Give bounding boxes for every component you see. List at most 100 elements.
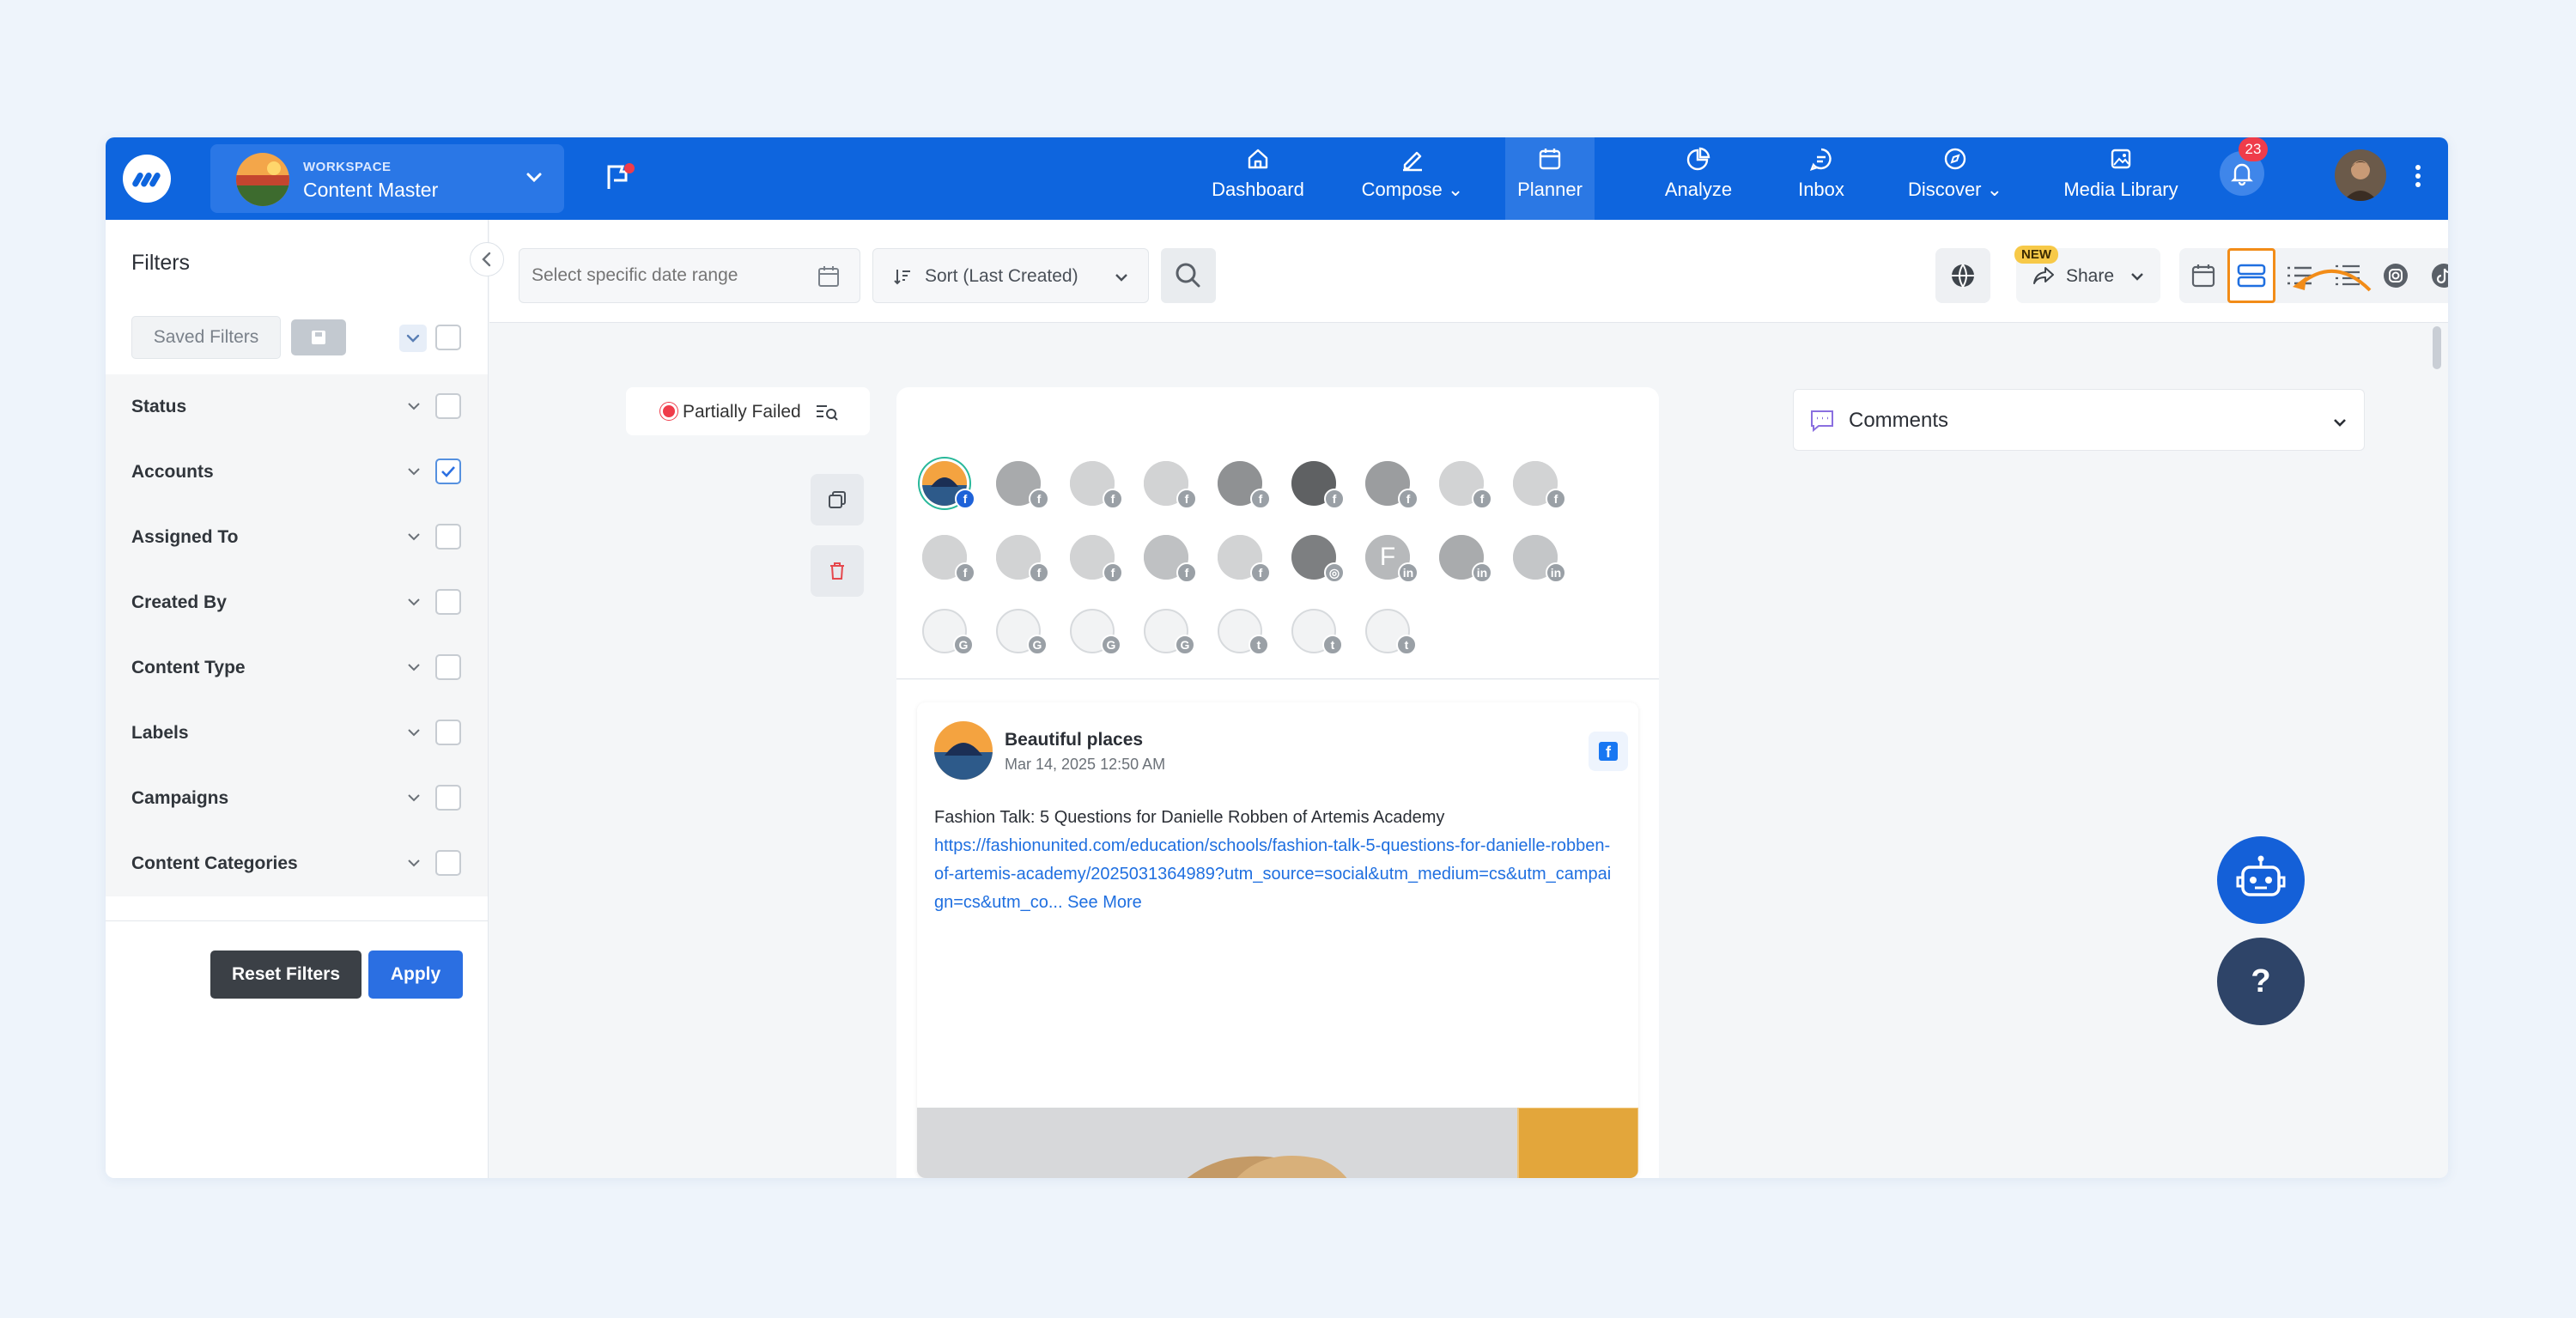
feed-view-icon <box>2237 264 2266 288</box>
filters-sidebar: Filters Saved Filters Status Accounts As… <box>106 220 489 1178</box>
apply-button[interactable]: Apply <box>368 951 463 999</box>
tiktok-grid-view-button[interactable] <box>2420 248 2448 303</box>
post-image <box>917 1108 1638 1178</box>
search-button[interactable] <box>1161 248 1216 303</box>
date-range-input[interactable] <box>532 249 806 302</box>
saved-filters-dropdown[interactable]: Saved Filters <box>131 316 281 359</box>
post-account-avatar <box>934 721 993 780</box>
image-gallery-icon <box>2108 146 2134 172</box>
account-avatar[interactable]: f <box>1365 461 1419 509</box>
chevron-down-icon[interactable] <box>406 725 422 740</box>
filter-checkbox[interactable] <box>435 720 461 745</box>
saved-filters-chevron-button[interactable] <box>399 325 427 352</box>
account-avatar[interactable]: f <box>1070 535 1123 583</box>
nav-inbox[interactable]: Inbox <box>1770 137 1873 220</box>
filter-row-content-categories[interactable]: Content Categories <box>106 831 488 896</box>
filter-label: Status <box>131 397 187 416</box>
account-avatar[interactable]: f <box>996 535 1049 583</box>
filter-row-created-by[interactable]: Created By <box>106 570 488 635</box>
chevron-down-icon[interactable] <box>406 398 422 414</box>
chevron-down-icon[interactable] <box>406 464 422 479</box>
reset-filters-button[interactable]: Reset Filters <box>210 951 361 999</box>
calendar-view-button[interactable] <box>2179 248 2227 303</box>
account-avatar[interactable]: f <box>1144 535 1197 583</box>
select-all-checkbox[interactable] <box>435 325 461 350</box>
filter-row-status[interactable]: Status <box>106 374 488 440</box>
facebook-icon: f <box>1472 489 1492 509</box>
sort-label: Sort (Last Created) <box>925 266 1078 286</box>
filter-row-content-type[interactable]: Content Type <box>106 635 488 701</box>
see-more-link[interactable]: See More <box>1067 893 1142 912</box>
nav-compose[interactable]: Compose ⌄ <box>1340 137 1485 220</box>
chevron-down-icon[interactable] <box>406 659 422 675</box>
timezone-button[interactable] <box>1935 248 1990 303</box>
nav-dashboard-label: Dashboard <box>1212 179 1304 200</box>
save-filter-button[interactable] <box>291 319 346 355</box>
help-button[interactable]: ? <box>2217 938 2305 1025</box>
account-avatar[interactable]: G <box>922 609 974 655</box>
collapse-sidebar-button[interactable] <box>470 242 504 276</box>
delete-button[interactable] <box>811 545 864 597</box>
facebook-icon: f <box>1029 489 1049 509</box>
filter-row-labels[interactable]: Labels <box>106 701 488 766</box>
account-avatar[interactable]: f <box>922 461 975 509</box>
account-avatar[interactable]: t <box>1291 609 1343 655</box>
account-avatar[interactable]: f <box>996 461 1049 509</box>
filter-checkbox[interactable] <box>435 459 461 484</box>
post-link[interactable]: https://fashionunited.com/education/scho… <box>934 836 1611 912</box>
account-avatar[interactable]: f <box>1439 461 1492 509</box>
user-avatar[interactable] <box>2335 149 2386 201</box>
app-logo[interactable] <box>123 155 171 203</box>
account-avatar[interactable]: t <box>1218 609 1269 655</box>
account-avatar[interactable]: G <box>996 609 1048 655</box>
nav-dashboard[interactable]: Dashboard <box>1189 137 1327 220</box>
post-card[interactable]: Beautiful places Mar 14, 2025 12:50 AM f… <box>917 702 1638 1178</box>
account-avatar[interactable]: Fin <box>1365 535 1419 583</box>
flag-icon[interactable] <box>602 160 636 194</box>
search-icon <box>1176 263 1200 288</box>
nav-analyze[interactable]: Analyze <box>1634 137 1763 220</box>
chevron-down-icon[interactable] <box>406 529 422 544</box>
instagram-grid-view-button[interactable] <box>2372 248 2420 303</box>
account-avatar[interactable]: f <box>1218 535 1271 583</box>
chevron-down-icon <box>1114 270 1129 285</box>
filter-checkbox[interactable] <box>435 524 461 550</box>
filter-checkbox[interactable] <box>435 785 461 811</box>
ai-assistant-button[interactable] <box>2217 836 2305 924</box>
account-avatar[interactable]: f <box>1218 461 1271 509</box>
filter-row-accounts[interactable]: Accounts <box>106 440 488 505</box>
more-options-icon[interactable] <box>2414 163 2422 189</box>
chevron-down-icon[interactable] <box>406 594 422 610</box>
account-avatar[interactable]: f <box>1513 461 1566 509</box>
view-details-icon[interactable] <box>815 403 839 422</box>
filter-row-campaigns[interactable]: Campaigns <box>106 766 488 831</box>
account-avatar[interactable]: G <box>1070 609 1121 655</box>
chevron-down-icon[interactable] <box>406 790 422 805</box>
date-range-picker[interactable] <box>519 248 860 303</box>
account-avatar[interactable]: G <box>1144 609 1195 655</box>
account-avatar[interactable]: ◎ <box>1291 535 1345 583</box>
nav-planner[interactable]: Planner <box>1505 137 1595 220</box>
filter-row-assigned-to[interactable]: Assigned To <box>106 505 488 570</box>
duplicate-button[interactable] <box>811 474 864 525</box>
comments-panel[interactable]: Comments <box>1793 389 2365 451</box>
workspace-switcher[interactable]: WORKSPACE Content Master <box>210 144 564 213</box>
account-avatar[interactable]: f <box>1291 461 1345 509</box>
account-avatar[interactable]: f <box>1144 461 1197 509</box>
account-avatar[interactable]: in <box>1439 535 1492 583</box>
filter-checkbox[interactable] <box>435 654 461 680</box>
feed-view-button[interactable] <box>2227 248 2275 303</box>
filter-checkbox[interactable] <box>435 589 461 615</box>
nav-discover[interactable]: Discover ⌄ <box>1883 137 2027 220</box>
filter-checkbox[interactable] <box>435 393 461 419</box>
scrollbar[interactable] <box>2433 326 2441 369</box>
nav-media-library[interactable]: Media Library <box>2048 137 2194 220</box>
account-avatar[interactable]: t <box>1365 609 1417 655</box>
post-status-pill[interactable]: Partially Failed <box>626 387 870 435</box>
account-avatar[interactable]: f <box>922 535 975 583</box>
sort-dropdown[interactable]: Sort (Last Created) <box>872 248 1149 303</box>
account-avatar[interactable]: f <box>1070 461 1123 509</box>
chevron-down-icon[interactable] <box>406 855 422 871</box>
filter-checkbox[interactable] <box>435 850 461 876</box>
account-avatar[interactable]: in <box>1513 535 1566 583</box>
